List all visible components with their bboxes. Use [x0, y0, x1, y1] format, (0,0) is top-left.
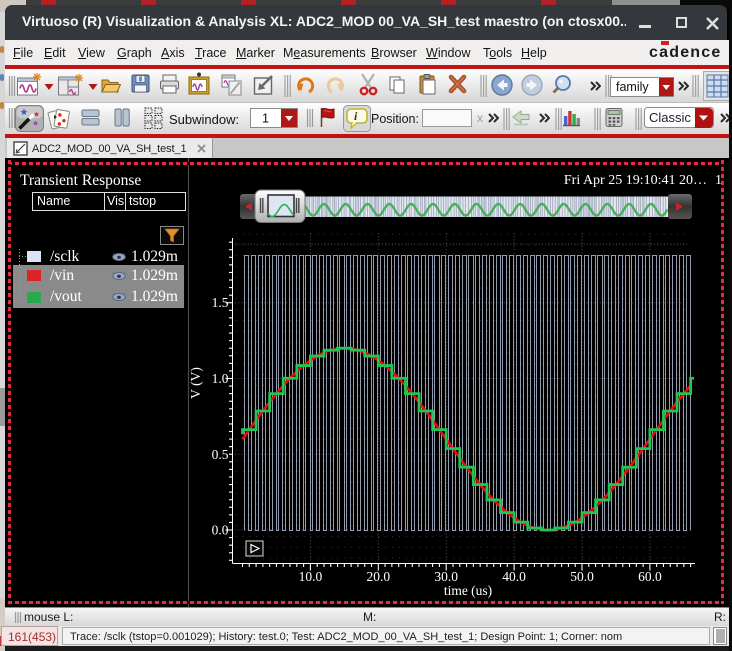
svg-text:V (V): V (V) — [188, 367, 203, 399]
svg-text:0.0: 0.0 — [212, 523, 229, 538]
svg-text:time (us): time (us) — [444, 583, 492, 598]
svg-text:Fri Apr 25 19:10:41 20…: Fri Apr 25 19:10:41 20… — [564, 173, 707, 188]
svg-text:30.0: 30.0 — [434, 569, 458, 584]
svg-text:50.0: 50.0 — [570, 569, 594, 584]
svg-text:0.5: 0.5 — [212, 447, 229, 462]
svg-text:20.0: 20.0 — [366, 569, 390, 584]
svg-text:40.0: 40.0 — [502, 569, 526, 584]
svg-text:Classic: Classic — [649, 110, 691, 125]
svg-text:1.0: 1.0 — [212, 371, 229, 386]
svg-text:1.5: 1.5 — [212, 295, 229, 310]
svg-text:10.0: 10.0 — [299, 569, 323, 584]
svg-text:family: family — [616, 80, 649, 94]
svg-text:1: 1 — [262, 112, 269, 126]
svg-text:Transient Response: Transient Response — [20, 172, 141, 189]
svg-text:60.0: 60.0 — [638, 569, 662, 584]
